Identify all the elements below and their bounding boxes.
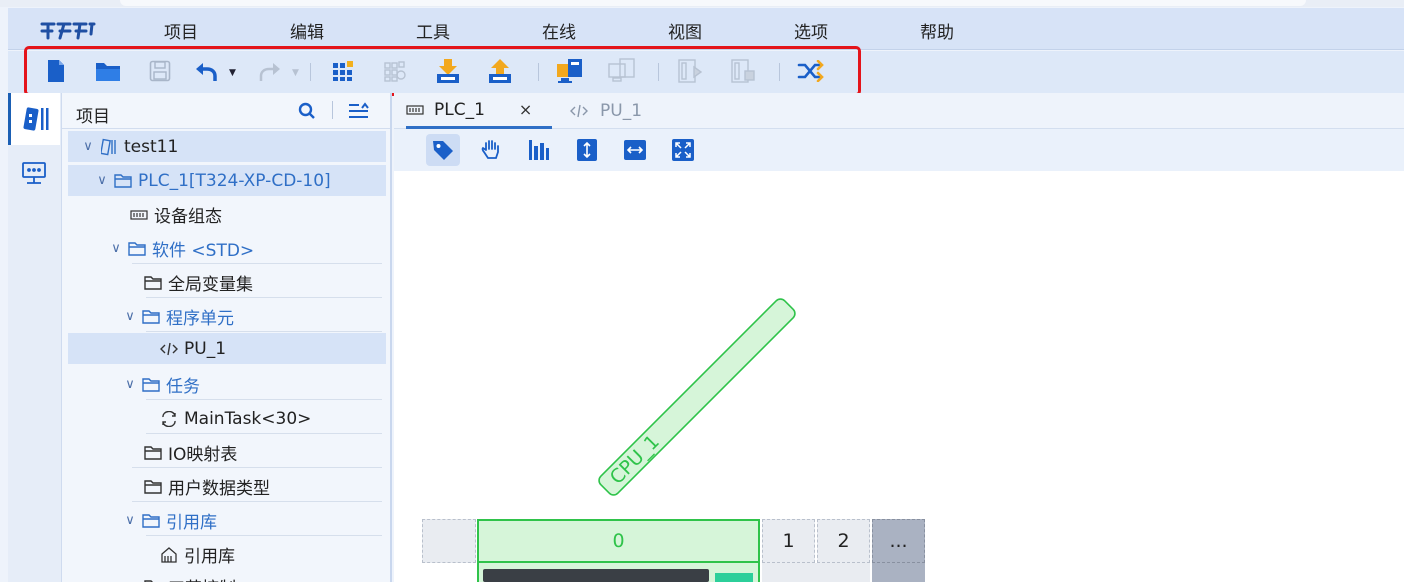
tree-item-device-config[interactable]: 设备组态 <box>68 199 386 230</box>
tree-item-label: 工艺控制 <box>168 574 236 582</box>
project-icon <box>100 138 118 156</box>
project-panel-title: 项目 <box>76 107 110 127</box>
rack-slot-empty[interactable] <box>422 519 476 563</box>
tab-label: PLC_1 <box>434 99 485 120</box>
search-icon[interactable] <box>298 102 316 120</box>
folder-icon <box>142 512 160 530</box>
tree-item-tasks[interactable]: ∨ 任务 <box>68 369 386 400</box>
tab-label: PU_1 <box>600 101 643 121</box>
folder-icon <box>114 172 132 190</box>
code-icon <box>570 104 588 118</box>
menu-tools[interactable]: 工具 <box>416 18 450 43</box>
tree-item-label: 全局变量集 <box>168 275 253 295</box>
chevron-down-icon[interactable]: ∨ <box>122 377 138 392</box>
tree-item-process-control[interactable]: 工艺控制 <box>68 571 386 582</box>
menu-online[interactable]: 在线 <box>542 18 576 43</box>
folder-icon <box>142 308 160 326</box>
chevron-down-icon[interactable]: ∨ <box>94 173 110 188</box>
monitor-icon <box>22 162 46 184</box>
fit-width-button[interactable] <box>618 134 652 166</box>
rail-tab-devices[interactable] <box>8 147 60 199</box>
tree-item-label: test11 <box>124 136 179 157</box>
pan-mode-button[interactable] <box>474 134 508 166</box>
fit-width-icon <box>624 140 646 160</box>
folder-icon <box>144 478 162 496</box>
toolbar-highlight-box <box>24 46 861 96</box>
chevron-down-icon[interactable]: ∨ <box>122 309 138 324</box>
tree-item-project[interactable]: ∨ test11 <box>68 131 386 162</box>
align-bars-icon <box>529 140 549 160</box>
folder-icon <box>128 240 146 258</box>
tree-item-pu1[interactable]: PU_1 <box>68 333 386 364</box>
device-icon <box>130 206 148 224</box>
editor-tab-bar: PLC_1 × PU_1 <box>394 93 1404 129</box>
tree-item-label: 用户数据类型 <box>168 479 270 499</box>
folder-icon <box>142 376 160 394</box>
tree-item-label: IO映射表 <box>168 445 238 465</box>
app-logo <box>40 22 96 40</box>
tree-item-label: 引用库 <box>184 547 235 567</box>
browser-top-strip <box>0 0 1404 7</box>
fit-height-icon <box>577 139 597 161</box>
fit-all-icon <box>672 139 694 161</box>
library-icon <box>160 546 178 564</box>
code-icon <box>160 340 178 358</box>
menu-options[interactable]: 选项 <box>794 18 828 43</box>
hand-icon <box>481 140 499 159</box>
tree-item-label: PLC_1[T324-XP-CD-10] <box>138 170 331 191</box>
menu-project[interactable]: 项目 <box>164 18 198 43</box>
menu-bar: 项目 编辑 工具 在线 视图 选项 帮助 <box>8 8 1404 50</box>
chevron-down-icon[interactable]: ∨ <box>108 241 124 256</box>
rack-slot-more[interactable]: ... <box>872 519 925 563</box>
fit-height-button[interactable] <box>570 134 604 166</box>
cpu-module[interactable] <box>477 563 760 582</box>
fit-all-button[interactable] <box>666 134 700 166</box>
tree-item-maintask[interactable]: MainTask<30> <box>68 403 386 434</box>
project-panel-header: 项目 <box>62 93 390 129</box>
tree-item-software[interactable]: ∨ 软件 <STD> <box>68 233 386 264</box>
tab-pu1[interactable]: PU_1 <box>570 93 670 129</box>
tree-item-label: 引用库 <box>166 513 217 533</box>
chevron-down-icon[interactable]: ∨ <box>122 513 138 528</box>
menu-edit[interactable]: 编辑 <box>290 18 324 43</box>
tree-item-label: 软件 <STD> <box>152 241 255 261</box>
collapse-all-icon[interactable] <box>348 102 370 120</box>
tree-item-label: 程序单元 <box>166 309 234 329</box>
tree-item-library[interactable]: 引用库 <box>68 539 386 570</box>
tab-plc1[interactable]: PLC_1 × <box>406 93 552 129</box>
tree-item-program-units[interactable]: ∨ 程序单元 <box>68 301 386 332</box>
folder-icon <box>144 578 162 582</box>
tree-item-plc[interactable]: ∨ PLC_1[T324-XP-CD-10] <box>68 165 386 196</box>
tree-item-libraries[interactable]: ∨ 引用库 <box>68 505 386 536</box>
tree-item-global-vars[interactable]: 全局变量集 <box>68 267 386 298</box>
tree-item-io-map[interactable]: IO映射表 <box>68 437 386 468</box>
tag-icon <box>433 141 453 160</box>
tag-mode-button[interactable] <box>426 134 460 166</box>
rack-slot-0[interactable]: 0 <box>477 519 760 563</box>
tree-item-label: PU_1 <box>184 338 227 359</box>
device-icon <box>406 104 424 115</box>
folder-icon <box>144 274 162 292</box>
align-button[interactable] <box>522 134 556 166</box>
folder-icon <box>144 444 162 462</box>
menu-view[interactable]: 视图 <box>668 18 702 43</box>
cycle-icon <box>160 410 178 428</box>
rail-tab-project[interactable] <box>8 93 60 145</box>
side-rail <box>8 93 62 582</box>
close-icon[interactable]: × <box>519 100 532 119</box>
project-tree-icon <box>22 107 48 131</box>
chevron-down-icon[interactable]: ∨ <box>80 139 96 154</box>
tree-item-label: MainTask<30> <box>184 408 312 429</box>
rack-slot-1[interactable]: 1 <box>762 519 815 563</box>
tree-item-label: 任务 <box>166 377 200 397</box>
rack-slot-2[interactable]: 2 <box>817 519 870 563</box>
project-panel: 项目 ∨ test11 ∨ PLC_1[T324-XP-CD-10] 设备组态 … <box>62 93 392 582</box>
menu-help[interactable]: 帮助 <box>920 18 954 43</box>
tree-item-label: 设备组态 <box>154 207 222 227</box>
cpu-label-text: CPU_1 <box>606 431 664 489</box>
tree-item-user-types[interactable]: 用户数据类型 <box>68 471 386 502</box>
